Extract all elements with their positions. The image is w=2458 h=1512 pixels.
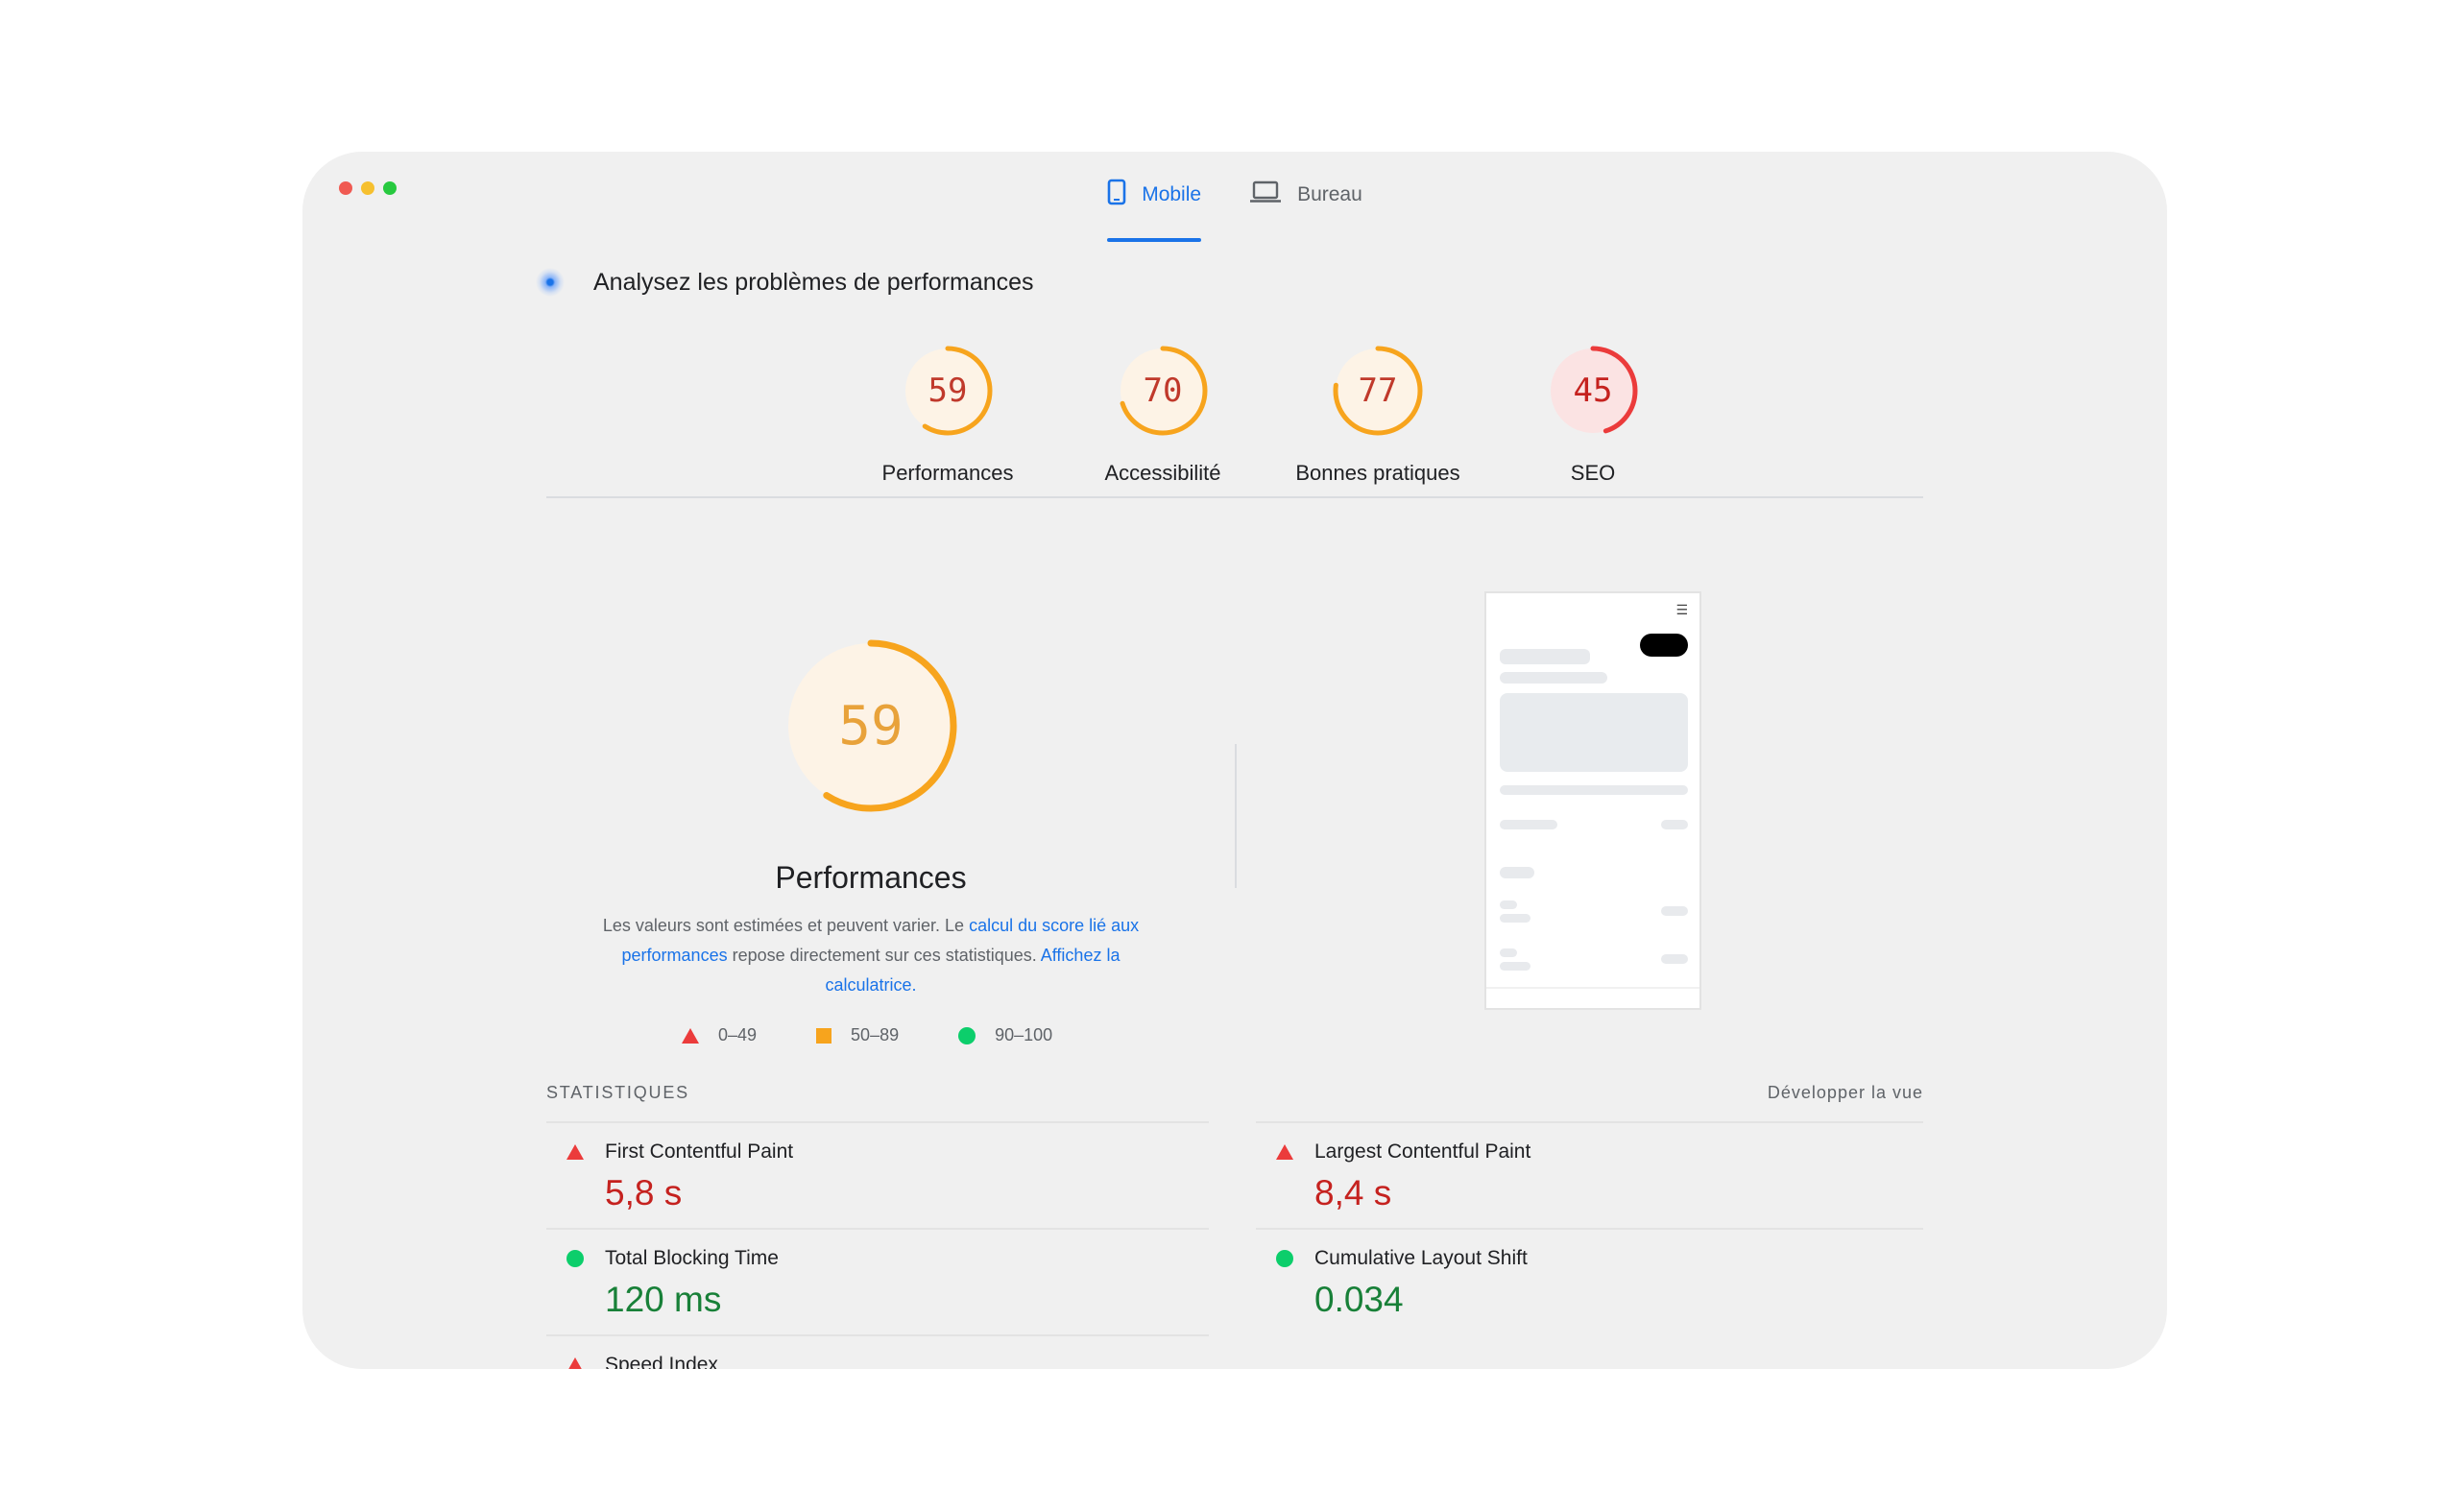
metric-value: 8,4 s	[1314, 1173, 1392, 1212]
fail-triangle-icon	[1276, 1144, 1293, 1160]
smartphone-icon	[1107, 179, 1126, 211]
metric-cumulative-layout-shift: Cumulative Layout Shift 0.034	[1276, 1247, 1929, 1320]
vertical-divider	[1235, 744, 1237, 888]
preview-placeholder	[1500, 900, 1517, 909]
preview-placeholder	[1486, 987, 1699, 989]
category-gauge-performances[interactable]: 59 Performances	[840, 344, 1055, 486]
gauge-label: SEO	[1570, 461, 1616, 485]
device-tabs: Mobile Bureau	[302, 171, 2167, 242]
gauge-score: 45	[1573, 372, 1613, 410]
page-screenshot-preview: ☰	[1484, 591, 1701, 1010]
preview-placeholder	[1661, 954, 1688, 964]
metric-value: 5,8 s	[605, 1173, 683, 1212]
tab-mobile-label: Mobile	[1142, 183, 1202, 205]
gauge-score: 70	[1143, 372, 1183, 410]
preview-placeholder	[1500, 649, 1590, 664]
category-gauge-seo[interactable]: 45 SEO	[1485, 344, 1700, 486]
metric-label: Largest Contentful Paint	[1314, 1140, 1531, 1163]
metric-label: Speed Index	[605, 1354, 718, 1369]
metric-largest-contentful-paint: Largest Contentful Paint 8,4 s	[1276, 1140, 1929, 1213]
preview-placeholder	[1661, 906, 1688, 916]
pass-circle-icon	[566, 1250, 584, 1267]
ai-spark-icon	[536, 268, 565, 297]
metric-label: First Contentful Paint	[605, 1140, 794, 1163]
preview-placeholder	[1500, 820, 1557, 829]
preview-placeholder	[1500, 785, 1688, 795]
gauge-label: Bonnes pratiques	[1295, 461, 1460, 485]
analyze-performance-label: Analysez les problèmes de performances	[593, 268, 1034, 296]
divider	[546, 1121, 1209, 1123]
statistics-header: STATISTIQUES Développer la vue	[546, 1083, 1923, 1103]
performance-title: Performances	[775, 860, 967, 895]
description-text-2: repose directement sur ces statistiques.	[727, 946, 1041, 965]
divider	[546, 1334, 1209, 1336]
legend-pass-label: 90–100	[995, 1025, 1053, 1044]
preview-placeholder	[1500, 867, 1534, 878]
statistics-title: STATISTIQUES	[546, 1083, 689, 1102]
gauge-label: Performances	[881, 461, 1014, 485]
gauge-ring: 59	[901, 344, 995, 438]
metric-first-contentful-paint: First Contentful Paint 5,8 s	[566, 1140, 1219, 1213]
metric-value: 120 ms	[605, 1280, 722, 1319]
average-square-icon	[816, 1027, 832, 1044]
tab-mobile[interactable]: Mobile	[1107, 171, 1202, 242]
legend-average-label: 50–89	[851, 1025, 900, 1044]
hamburger-menu-icon: ☰	[1675, 602, 1688, 617]
preview-placeholder	[1500, 672, 1607, 684]
fail-triangle-icon	[682, 1027, 699, 1044]
legend-fail-label: 0–49	[718, 1025, 758, 1044]
divider	[1256, 1121, 1923, 1123]
laptop-icon	[1249, 180, 1282, 210]
gauge-ring: 45	[1546, 344, 1640, 438]
metric-value: 0.034	[1314, 1280, 1404, 1319]
preview-placeholder	[1500, 914, 1530, 923]
gauge-ring: 70	[1116, 344, 1210, 438]
category-gauge-accessibilit-[interactable]: 70 Accessibilité	[1055, 344, 1270, 486]
analyze-performance-button[interactable]: Analysez les problèmes de performances	[536, 268, 1034, 297]
preview-placeholder	[1661, 820, 1688, 829]
category-gauge-bonnes-pratiques[interactable]: 77 Bonnes pratiques	[1270, 344, 1485, 486]
performance-score: 59	[838, 694, 904, 757]
divider	[546, 496, 1923, 498]
metric-speed-index: Speed Index	[566, 1354, 1219, 1369]
gauge-score: 77	[1358, 372, 1398, 410]
preview-placeholder	[1500, 962, 1530, 971]
legend-average: 50–89	[816, 1025, 899, 1045]
gauge-score: 59	[928, 372, 968, 410]
metric-label: Cumulative Layout Shift	[1314, 1247, 1528, 1269]
divider	[546, 1228, 1209, 1230]
metric-label: Total Blocking Time	[605, 1247, 779, 1269]
description-text: Les valeurs sont estimées et peuvent var…	[602, 916, 970, 935]
preview-button-shape	[1640, 634, 1688, 657]
gauge-ring: 77	[1331, 344, 1425, 438]
tab-bureau[interactable]: Bureau	[1249, 171, 1362, 219]
legend-fail: 0–49	[682, 1025, 757, 1045]
fail-triangle-icon	[566, 1144, 584, 1160]
preview-placeholder	[1500, 693, 1688, 772]
legend-pass: 90–100	[958, 1025, 1052, 1045]
pass-circle-icon	[1276, 1250, 1293, 1267]
tab-bureau-label: Bureau	[1297, 183, 1362, 205]
divider	[1256, 1228, 1923, 1230]
pass-circle-icon	[958, 1026, 976, 1044]
score-legend: 0–49 50–89 90–100	[682, 1025, 1052, 1045]
fail-triangle-icon	[566, 1357, 584, 1369]
category-gauges: 59 Performances 70 Accessibilité 77 Bonnes pr…	[840, 344, 1700, 486]
performance-gauge: 59	[784, 639, 957, 812]
gauge-label: Accessibilité	[1104, 461, 1221, 485]
preview-placeholder	[1500, 948, 1517, 957]
expand-view-button[interactable]: Développer la vue	[1768, 1083, 1923, 1103]
performance-description: Les valeurs sont estimées et peuvent var…	[583, 911, 1159, 1000]
metric-total-blocking-time: Total Blocking Time 120 ms	[566, 1247, 1219, 1320]
browser-window: Mobile Bureau Analysez les problèmes de …	[302, 152, 2167, 1369]
